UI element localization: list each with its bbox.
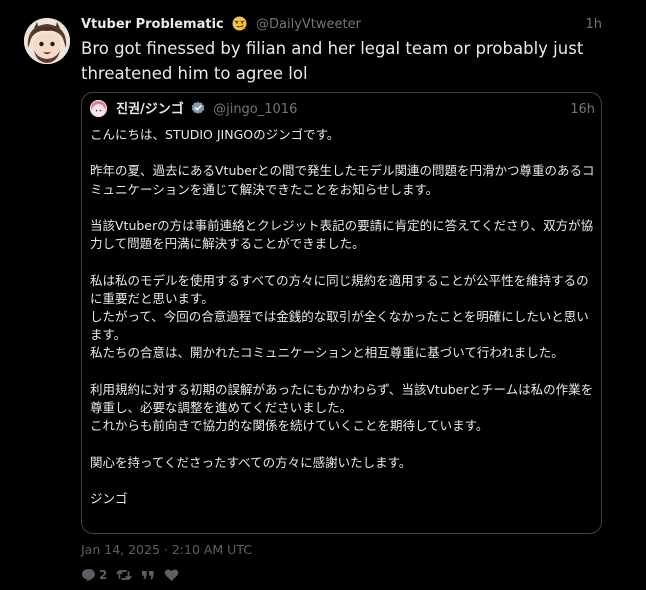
quote-button[interactable] bbox=[141, 568, 155, 582]
quoted-tweet-text: こんにちは、STUDIO JINGOのジンゴです。 昨年の夏、過去にあるVtub… bbox=[90, 127, 595, 507]
like-icon bbox=[164, 568, 179, 582]
retweet-button[interactable] bbox=[116, 568, 133, 582]
tweet-container: Vtuber Problematic @DailyVtweeter 1h Bro… bbox=[0, 0, 646, 590]
tweet-timestamp[interactable]: Jan 14, 2025 · 2:10 AM UTC bbox=[81, 542, 252, 558]
tweet-action-bar: 2 bbox=[81, 566, 188, 584]
quoted-author-handle[interactable]: @jingo_1016 bbox=[213, 102, 297, 117]
reply-button[interactable]: 2 bbox=[81, 568, 107, 582]
author-display-name[interactable]: Vtuber Problematic bbox=[81, 17, 224, 32]
quoted-author-avatar bbox=[90, 100, 107, 117]
quoted-tweet-card[interactable]: 진권/ジンゴ @jingo_1016 16h こんにちは、STUDIO JING… bbox=[81, 92, 602, 534]
verified-badge-icon bbox=[191, 101, 205, 115]
tweet-header: Vtuber Problematic @DailyVtweeter 1h bbox=[81, 16, 605, 34]
quoted-tweet-header: 진권/ジンゴ @jingo_1016 16h bbox=[90, 100, 595, 120]
quoted-author-display-name[interactable]: 진권/ジンゴ bbox=[116, 102, 184, 117]
reply-icon bbox=[81, 568, 96, 582]
author-handle[interactable]: @DailyVtweeter bbox=[256, 17, 361, 32]
reply-count: 2 bbox=[99, 568, 108, 582]
retweet-icon bbox=[116, 568, 133, 582]
tweet-relative-time[interactable]: 1h bbox=[585, 16, 602, 34]
author-avatar[interactable] bbox=[24, 18, 70, 64]
tweet-text: Bro got finessed by filian and her legal… bbox=[81, 39, 584, 83]
quoted-tweet-relative-time[interactable]: 16h bbox=[570, 100, 595, 120]
smirking-face-emoji-icon bbox=[232, 16, 247, 31]
like-button[interactable] bbox=[164, 568, 179, 582]
quote-icon bbox=[141, 568, 155, 582]
